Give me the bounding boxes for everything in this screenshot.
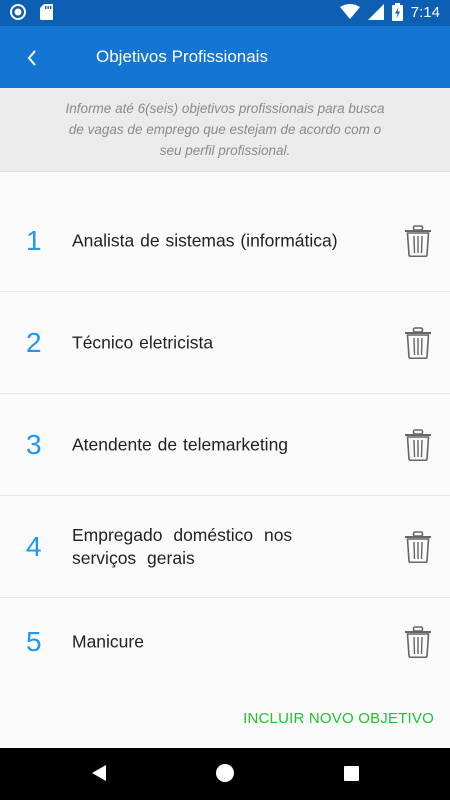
list-item[interactable]: 1 Analista de sistemas (informática) bbox=[0, 190, 450, 292]
back-arrow-icon bbox=[27, 50, 36, 66]
trash-icon[interactable] bbox=[404, 326, 432, 359]
navigation-bar bbox=[0, 748, 450, 800]
item-label: Manicure bbox=[72, 631, 144, 652]
info-box: Informe até 6(seis) objetivos profission… bbox=[0, 88, 450, 172]
nav-back-icon[interactable] bbox=[90, 764, 108, 782]
item-label: Empregado doméstico nos serviços gerais bbox=[72, 524, 293, 568]
trash-icon[interactable] bbox=[404, 428, 432, 461]
item-label: Analista de sistemas (informática) bbox=[72, 230, 338, 250]
app-bar: Objetivos Profissionais bbox=[0, 26, 450, 88]
objectives-list: 1 Analista de sistemas (informática) 2 T… bbox=[0, 190, 450, 686]
list-item[interactable]: 5 Manicure bbox=[0, 598, 450, 686]
list-item[interactable]: 2 Técnico eletricista bbox=[0, 292, 450, 394]
item-number: 3 bbox=[26, 428, 42, 460]
circle-notification-icon bbox=[10, 4, 26, 20]
item-number: 2 bbox=[26, 326, 42, 358]
status-left-icons bbox=[10, 4, 53, 20]
back-button[interactable] bbox=[12, 38, 52, 78]
signal-icon bbox=[367, 4, 384, 20]
status-time: 7:14 bbox=[410, 3, 440, 21]
item-number: 5 bbox=[26, 626, 42, 657]
trash-icon[interactable] bbox=[404, 530, 432, 563]
add-objective-button[interactable]: INCLUIR NOVO OBJETIVO bbox=[243, 710, 434, 727]
list-item[interactable]: 3 Atendente de telemarketing bbox=[0, 394, 450, 496]
sd-card-icon bbox=[40, 4, 53, 20]
trash-icon[interactable] bbox=[404, 626, 432, 658]
item-number: 1 bbox=[26, 224, 42, 256]
info-text: Informe até 6(seis) objetivos profission… bbox=[65, 101, 385, 158]
list-item[interactable]: 4 Empregado doméstico nos serviços gerai… bbox=[0, 496, 450, 598]
status-bar: 7:14 bbox=[0, 0, 450, 26]
wifi-icon bbox=[339, 4, 360, 19]
status-right-icons: 7:14 bbox=[339, 3, 440, 21]
nav-recent-apps-icon[interactable] bbox=[344, 766, 359, 781]
item-label: Técnico eletricista bbox=[72, 332, 214, 352]
trash-icon[interactable] bbox=[404, 224, 432, 257]
nav-home-icon[interactable] bbox=[216, 764, 234, 782]
battery-charging-icon bbox=[391, 3, 403, 21]
item-label: Atendente de telemarketing bbox=[72, 434, 289, 454]
page-title: Objetivos Profissionais bbox=[96, 47, 268, 66]
item-number: 4 bbox=[26, 530, 42, 562]
